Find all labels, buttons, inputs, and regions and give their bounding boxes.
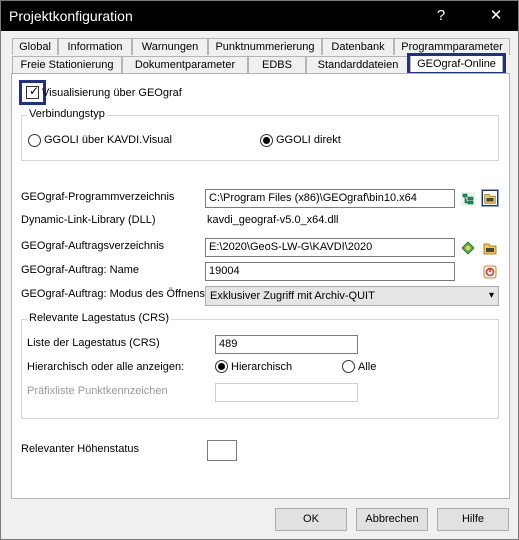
auftragsverzeichnis-label: GEOgraf-Auftragsverzeichnis	[21, 240, 165, 252]
hoehenstatus-label: Relevanter Höhenstatus	[21, 443, 140, 455]
praefix-field[interactable]	[215, 383, 358, 402]
lagestatus-liste-label: Liste der Lagestatus (CRS)	[27, 337, 160, 349]
radio-ggoli-kavdi[interactable]	[28, 134, 41, 147]
praefix-label: Präfixliste Punktkennzeichen	[27, 385, 168, 397]
dll-label: Dynamic-Link-Library (DLL)	[21, 214, 156, 226]
lagestatus-liste-field[interactable]: 489	[215, 335, 358, 354]
tab-punktnummerierung[interactable]: Punktnummerierung	[208, 38, 322, 55]
radio-selected-dot	[218, 363, 225, 370]
programmverzeichnis-field[interactable]: C:\Program Files (x86)\GEOgraf\bin10.x64	[205, 189, 455, 208]
dll-value: kavdi_geograf-v5.0_x64.dll	[207, 214, 339, 226]
auftrag-name-field[interactable]: 19004	[205, 262, 455, 281]
radio-hierarchisch[interactable]	[215, 360, 228, 373]
tab-dokumentparameter[interactable]: Dokumentparameter	[122, 56, 248, 73]
tab-datenbank[interactable]: Datenbank	[322, 38, 394, 55]
modus-label: GEOgraf-Auftrag: Modus des Öffnens	[21, 288, 205, 300]
hoehenstatus-field[interactable]	[207, 440, 237, 461]
title-bar[interactable]: Projektkonfiguration ? ✕	[1, 1, 518, 31]
radio-selected-dot	[263, 137, 270, 144]
radio-alle-label: Alle	[358, 361, 377, 373]
map-folder-icon[interactable]	[460, 240, 476, 256]
radio-ggoli-direkt-label: GGOLI direkt	[276, 134, 341, 146]
hilfe-button[interactable]: Hilfe	[437, 508, 509, 531]
dialog-window: Projektkonfiguration ? ✕ Global Informat…	[0, 0, 519, 540]
tab-edbs[interactable]: EDBS	[248, 56, 306, 73]
open-job-icon[interactable]	[482, 264, 498, 280]
abbrechen-button[interactable]: Abbrechen	[356, 508, 428, 531]
folder-icon[interactable]	[482, 240, 498, 256]
auftrag-name-label: GEOgraf-Auftrag: Name	[21, 264, 139, 276]
verbindungstyp-title: Verbindungstyp	[27, 108, 107, 120]
programmverzeichnis-label: GEOgraf-Programmverzeichnis	[21, 191, 175, 203]
chevron-down-icon: ▾	[488, 290, 494, 301]
visualisierung-label: Visualisierung über GEOgraf	[42, 87, 182, 99]
tab-freie-stationierung[interactable]: Freie Stationierung	[12, 56, 122, 73]
radio-alle[interactable]	[342, 360, 355, 373]
help-icon[interactable]: ?	[431, 6, 451, 26]
tree-view-icon[interactable]	[460, 191, 476, 207]
close-icon[interactable]: ✕	[486, 6, 506, 26]
modus-select[interactable]: Exklusiver Zugriff mit Archiv-QUIT ▾	[205, 286, 499, 306]
radio-hierarchisch-label: Hierarchisch	[231, 361, 293, 373]
auftragsverzeichnis-field[interactable]: E:\2020\GeoS-LW-G\KAVDI\2020	[205, 238, 455, 257]
modus-select-value: Exklusiver Zugriff mit Archiv-QUIT	[210, 290, 375, 302]
ok-button[interactable]: OK	[275, 508, 347, 531]
anzeigen-label: Hierarchisch oder alle anzeigen:	[27, 361, 185, 373]
tab-information[interactable]: Information	[58, 38, 132, 55]
radio-ggoli-kavdi-label: GGOLI über KAVDI.Visual	[44, 134, 172, 146]
radio-ggoli-direkt[interactable]	[260, 134, 273, 147]
tab-global[interactable]: Global	[12, 38, 58, 55]
active-tab-highlight	[407, 53, 506, 75]
lagestatus-title: Relevante Lagestatus (CRS)	[27, 312, 172, 324]
window-title: Projektkonfiguration	[9, 8, 133, 24]
tab-warnungen[interactable]: Warnungen	[132, 38, 208, 55]
folder-icon[interactable]	[482, 190, 498, 206]
tab-standarddateien[interactable]: Standarddateien	[306, 56, 410, 73]
